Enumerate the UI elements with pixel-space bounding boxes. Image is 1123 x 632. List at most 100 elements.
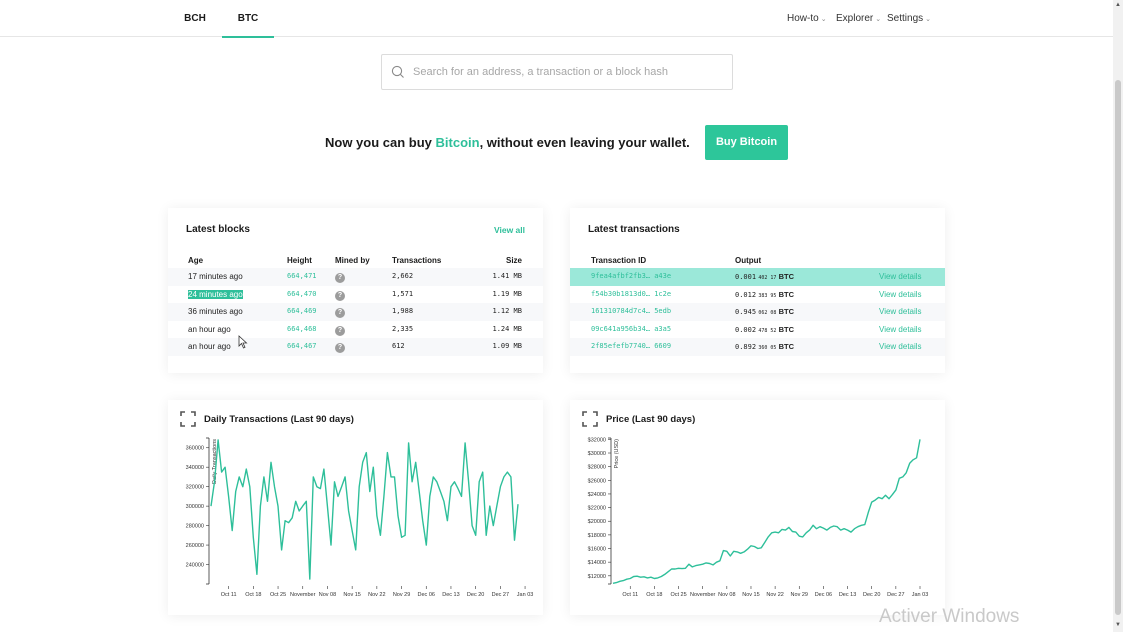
view-details-link[interactable]: View details xyxy=(879,286,922,304)
tab-bch[interactable]: BCH xyxy=(176,0,214,37)
scroll-thumb[interactable] xyxy=(1115,80,1121,615)
x-tick-label: Dec 27 xyxy=(887,592,904,598)
question-icon: ? xyxy=(335,308,345,318)
view-details-link[interactable]: View details xyxy=(879,268,922,286)
output-small-digits: 062 08 xyxy=(758,310,777,316)
output-main: 0.945 xyxy=(735,308,757,316)
page-scrollbar[interactable]: ▲ ▼ xyxy=(1113,0,1123,632)
y-tick-label: $32000 xyxy=(588,437,606,443)
x-tick-label: Dec 27 xyxy=(492,592,509,598)
menu-explorer[interactable]: Explorer ⌄ xyxy=(836,0,881,37)
output-main: 0.012 xyxy=(735,290,757,299)
view-details-link[interactable]: View details xyxy=(879,338,922,356)
series-line xyxy=(612,439,921,584)
tab-btc[interactable]: BTC xyxy=(222,0,274,38)
selected-text: 24 minutes ago xyxy=(188,289,243,299)
output-unit: BTC xyxy=(778,342,795,351)
transaction-id-link[interactable]: 161310784d7c4… 5edb xyxy=(591,303,671,321)
column-header-output: Output xyxy=(735,256,762,265)
x-tick-label: November xyxy=(290,592,316,598)
x-tick-label: Nov 22 xyxy=(368,592,385,598)
view-all-blocks-link[interactable]: View all xyxy=(494,225,525,235)
block-height-link[interactable]: 664,469 xyxy=(287,303,317,321)
x-tick-label: Dec 13 xyxy=(839,592,856,598)
x-tick-label: Dec 06 xyxy=(815,592,832,598)
block-row[interactable]: 17 minutes ago 664,471 ? 2,662 1.41 MB xyxy=(168,268,543,286)
output-main: 0.001 xyxy=(735,273,757,281)
block-size: 1.24 MB xyxy=(492,324,522,333)
miner-unknown-icon: ? xyxy=(335,338,345,356)
scroll-up-arrow-icon[interactable]: ▲ xyxy=(1113,2,1123,10)
transaction-row[interactable]: 09c641a956b34… a3a5 0.002 478 52 BTC Vie… xyxy=(570,321,945,339)
block-transactions: 2,335 xyxy=(392,324,414,333)
output-small-digits: 360 05 xyxy=(758,345,777,351)
transaction-row[interactable]: f54b30b1813d0… 1c2e 0.012 383 95 BTC Vie… xyxy=(570,286,945,304)
block-size: 1.41 MB xyxy=(492,272,522,280)
output-main: 0.892 xyxy=(735,343,757,351)
daily-transactions-card: Daily Transactions (Last 90 days) 240000… xyxy=(168,400,543,615)
block-age: an hour ago xyxy=(188,342,231,351)
block-age: 17 minutes ago xyxy=(188,272,243,281)
block-transactions: 1,571 xyxy=(392,289,414,298)
promo-highlight[interactable]: Bitcoin xyxy=(436,135,480,150)
transaction-row[interactable]: 9fea4afbf2fb3… a43e 0.001 402 17 BTC Vie… xyxy=(570,268,945,286)
output-small-digits: 383 95 xyxy=(758,292,777,299)
block-row[interactable]: an hour ago 664,468 ? 2,335 1.24 MB xyxy=(168,321,543,339)
block-age: 36 minutes ago xyxy=(188,307,243,316)
search-input[interactable] xyxy=(413,66,713,78)
block-height-link[interactable]: 664,470 xyxy=(287,286,317,304)
daily-transactions-chart: 240000 260000 280000 300000 320000 340000 3600… xyxy=(186,437,533,598)
y-tick-label: 300000 xyxy=(186,504,204,510)
latest-blocks-title: Latest blocks xyxy=(186,224,250,235)
transaction-row[interactable]: 2f85efefb7740… 6609 0.892 360 05 BTC Vie… xyxy=(570,338,945,356)
y-tick-label: 240000 xyxy=(186,563,204,569)
x-tick-label: Oct 11 xyxy=(221,592,237,598)
y-tick-label: 280000 xyxy=(186,524,204,530)
menu-how-to-label: How-to xyxy=(787,13,819,24)
menu-settings[interactable]: Settings ⌄ xyxy=(887,0,931,37)
y-tick-label: $28000 xyxy=(588,465,606,471)
block-age: an hour ago xyxy=(188,324,231,334)
question-icon: ? xyxy=(335,273,345,283)
block-height-link[interactable]: 664,471 xyxy=(287,268,317,286)
transaction-id-link[interactable]: 9fea4afbf2fb3… a43e xyxy=(591,268,671,286)
menu-how-to[interactable]: How-to ⌄ xyxy=(787,0,827,37)
y-tick-label: 340000 xyxy=(186,465,204,471)
y-tick-label: 360000 xyxy=(186,446,204,452)
output-unit: BTC xyxy=(778,307,795,316)
block-height-link[interactable]: 664,468 xyxy=(287,321,317,339)
transaction-row[interactable]: 161310784d7c4… 5edb 0.945 062 08 BTC Vie… xyxy=(570,303,945,321)
mouse-cursor-icon xyxy=(238,335,248,349)
question-icon: ? xyxy=(335,325,345,336)
chevron-down-icon: ⌄ xyxy=(925,16,932,23)
block-size: 1.19 MB xyxy=(492,289,522,298)
search-icon xyxy=(391,65,404,78)
x-tick-label: Oct 18 xyxy=(245,592,261,598)
scroll-down-arrow-icon[interactable]: ▼ xyxy=(1113,622,1123,630)
view-details-link[interactable]: View details xyxy=(879,303,922,321)
block-row[interactable]: 24 minutes ago 664,470 ? 1,571 1.19 MB xyxy=(168,286,543,304)
y-tick-label: $30000 xyxy=(588,451,606,457)
y-axis-label: Price (USD) xyxy=(614,439,620,469)
block-row[interactable]: 36 minutes ago 664,469 ? 1,988 1.12 MB xyxy=(168,303,543,321)
question-icon: ? xyxy=(335,290,345,301)
block-row[interactable]: an hour ago 664,467 ? 612 1.09 MB xyxy=(168,338,543,356)
transaction-id-link[interactable]: 09c641a956b34… a3a5 xyxy=(591,321,671,339)
column-header-mined-by: Mined by xyxy=(335,256,370,265)
x-tick-label: Dec 13 xyxy=(442,592,459,598)
top-navigation: BCH BTC How-to ⌄ Explorer ⌄ Settings ⌄ xyxy=(0,0,1113,38)
x-tick-label: Dec 20 xyxy=(467,592,484,598)
promo-text-before: Now you can buy xyxy=(325,135,436,150)
y-tick-label: $12000 xyxy=(588,574,606,580)
view-details-link[interactable]: View details xyxy=(879,321,922,339)
y-tick-label: 260000 xyxy=(186,543,204,549)
buy-bitcoin-button[interactable]: Buy Bitcoin xyxy=(705,125,788,160)
transaction-id-link[interactable]: 2f85efefb7740… 6609 xyxy=(591,338,671,356)
block-age: 24 minutes ago xyxy=(188,286,243,304)
y-tick-label: $14000 xyxy=(588,560,606,566)
search-box[interactable] xyxy=(381,54,733,90)
transaction-id-link[interactable]: f54b30b1813d0… 1c2e xyxy=(591,286,671,304)
block-height-link[interactable]: 664,467 xyxy=(287,338,317,356)
x-tick-label: Nov 29 xyxy=(393,592,410,598)
y-tick-label: $16000 xyxy=(588,547,606,553)
